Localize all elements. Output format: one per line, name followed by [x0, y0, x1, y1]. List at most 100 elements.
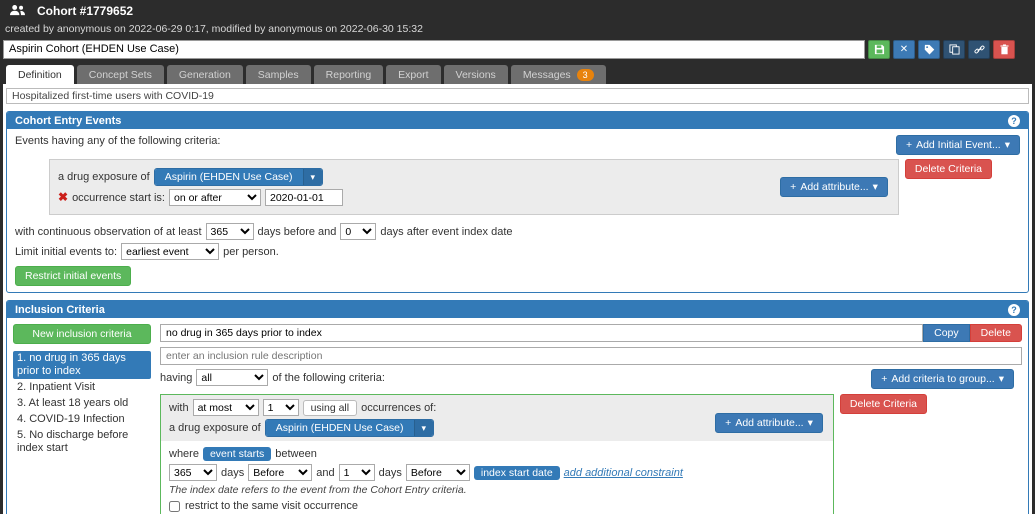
between-label: between — [275, 448, 317, 460]
tab-versions[interactable]: Versions — [443, 65, 508, 84]
per-person-label: per person. — [223, 245, 279, 258]
link-icon — [973, 45, 985, 53]
where-label: where — [169, 448, 199, 460]
inclusion-rule-detail: Copy Delete having all of the following … — [160, 324, 1022, 514]
rule-item-1[interactable]: 1. no drug in 365 days prior to index — [13, 351, 151, 379]
criteria-group-box: with at most 1 using all occurrences of: — [160, 394, 834, 514]
occurrence-count-select[interactable]: 1 — [262, 399, 299, 416]
start-days-select[interactable]: 365 — [169, 464, 217, 481]
add-attribute-button[interactable]: + Add attribute... ▾ — [780, 177, 888, 197]
limit-initial-events-select[interactable]: earliest event — [121, 243, 220, 260]
and-label: and — [316, 466, 335, 479]
cohort-entry-events-header: Cohort Entry Events ? — [7, 112, 1028, 129]
caret-down-icon[interactable]: ▾ — [413, 420, 434, 436]
tab-export[interactable]: Export — [386, 65, 441, 84]
copy-icon — [948, 43, 960, 55]
section-title: Cohort Entry Events — [15, 114, 122, 127]
using-all-button[interactable]: using all — [302, 399, 358, 416]
inclusion-criteria-panel: Inclusion Criteria ? New inclusion crite… — [6, 300, 1029, 514]
plus-icon: + — [881, 373, 888, 385]
tab-bar: Definition Concept Sets Generation Sampl… — [0, 62, 1035, 84]
start-direction-select[interactable]: Before — [248, 464, 313, 481]
rule-item-2[interactable]: 2. Inpatient Visit — [13, 380, 151, 395]
concept-set-button[interactable]: Aspirin (EHDEN Use Case) ▾ — [153, 168, 324, 186]
limit-initial-label: Limit initial events to: — [15, 245, 118, 258]
criteria-type-label: a drug exposure of — [169, 422, 261, 434]
tab-definition[interactable]: Definition — [6, 65, 74, 84]
rule-item-3[interactable]: 3. At least 18 years old — [13, 396, 151, 411]
inclusion-criteria-header: Inclusion Criteria ? — [7, 301, 1028, 318]
end-direction-select[interactable]: Before — [405, 464, 470, 481]
having-label: having — [160, 371, 193, 384]
messages-count-badge: 3 — [576, 68, 594, 81]
occurrence-op-select[interactable]: at most — [192, 399, 259, 416]
help-icon[interactable]: ? — [1008, 114, 1020, 127]
attribute-label: occurrence start is: — [72, 191, 165, 204]
occurrence-start-date-input[interactable] — [264, 189, 343, 206]
end-days-select[interactable]: 1 — [338, 464, 375, 481]
copy-rule-button[interactable]: Copy — [923, 324, 970, 342]
same-visit-label: restrict to the same visit occurrence — [185, 500, 359, 512]
help-icon[interactable]: ? — [1008, 303, 1020, 316]
rule-item-4[interactable]: 4. COVID-19 Infection — [13, 412, 151, 427]
drug-exposure-criteria-box: a drug exposure of Aspirin (EHDEN Use Ca… — [49, 159, 899, 215]
days-after-select[interactable]: 0 — [340, 223, 377, 240]
criteria-type-label: a drug exposure of — [58, 171, 150, 183]
link-button[interactable] — [968, 39, 990, 59]
same-visit-checkbox[interactable] — [169, 500, 180, 512]
delete-cohort-button[interactable] — [993, 39, 1015, 59]
observation-mid: days before and — [257, 225, 337, 238]
observation-suffix: days after event index date — [380, 225, 513, 238]
tab-reporting[interactable]: Reporting — [313, 65, 384, 84]
having-suffix: of the following criteria: — [272, 371, 385, 384]
plus-icon: + — [725, 417, 732, 429]
caret-down-icon: ▾ — [872, 181, 878, 193]
add-additional-constraint-link[interactable]: add additional constraint — [564, 467, 683, 479]
titlebar: Cohort #1779652 — [0, 0, 1035, 22]
index-start-date-tag[interactable]: index start date — [473, 465, 560, 480]
new-inclusion-criteria-button[interactable]: New inclusion criteria — [13, 324, 151, 344]
event-starts-tag[interactable]: event starts — [202, 447, 272, 461]
tag-button[interactable] — [918, 39, 940, 59]
section-title: Inclusion Criteria — [15, 303, 105, 316]
restrict-initial-events-button[interactable]: Restrict initial events — [15, 266, 132, 286]
entry-events-intro: Events having any of the following crite… — [15, 135, 221, 147]
floppy-disk-icon — [874, 44, 884, 54]
add-initial-event-button[interactable]: + Add Initial Event... ▾ — [895, 135, 1020, 155]
created-modified-line: created by anonymous on 2022-06-29 0:17,… — [5, 23, 423, 35]
caret-down-icon: ▾ — [1004, 139, 1010, 151]
rule-name-input[interactable] — [160, 324, 924, 342]
rule-item-5[interactable]: 5. No discharge before index start — [13, 428, 151, 456]
tab-messages[interactable]: Messages 3 — [510, 65, 606, 84]
rule-description-input[interactable] — [160, 347, 1022, 365]
cohort-name-row: ✕ — [0, 38, 1035, 62]
add-criteria-to-group-button[interactable]: + Add criteria to group... ▾ — [871, 369, 1014, 389]
remove-attribute-icon[interactable]: ✖ — [58, 191, 68, 203]
cohort-name-input[interactable] — [3, 39, 865, 59]
occurrence-start-operator-select[interactable]: on or after — [168, 189, 261, 206]
concept-set-button[interactable]: Aspirin (EHDEN Use Case) ▾ — [264, 419, 435, 437]
delete-criteria-button[interactable]: Delete Criteria — [904, 159, 992, 179]
cohort-description-input[interactable] — [6, 88, 1029, 104]
tab-samples[interactable]: Samples — [245, 65, 311, 84]
save-button[interactable] — [868, 39, 890, 59]
tab-generation[interactable]: Generation — [166, 65, 243, 84]
occurrences-of-label: occurrences of: — [361, 401, 437, 414]
caret-down-icon: ▾ — [998, 373, 1004, 385]
delete-criteria-button[interactable]: Delete Criteria — [839, 394, 927, 414]
add-attribute-button[interactable]: + Add attribute... ▾ — [715, 413, 823, 433]
index-date-note: The index date refers to the event from … — [169, 484, 467, 496]
copy-button[interactable] — [943, 39, 965, 59]
days-label: days — [221, 466, 245, 479]
caret-down-icon[interactable]: ▾ — [302, 169, 323, 185]
delete-rule-button[interactable]: Delete — [969, 324, 1022, 342]
plus-icon: + — [905, 139, 913, 151]
having-select[interactable]: all — [196, 369, 269, 386]
close-button[interactable]: ✕ — [893, 39, 915, 59]
days-before-select[interactable]: 365 — [205, 223, 254, 240]
trash-icon — [999, 43, 1009, 54]
definition-tab-content: Cohort Entry Events ? Events having any … — [3, 84, 1032, 514]
observation-prefix: with continuous observation of at least — [15, 225, 202, 238]
with-label: with — [169, 401, 189, 414]
tab-concept-sets[interactable]: Concept Sets — [76, 65, 164, 84]
